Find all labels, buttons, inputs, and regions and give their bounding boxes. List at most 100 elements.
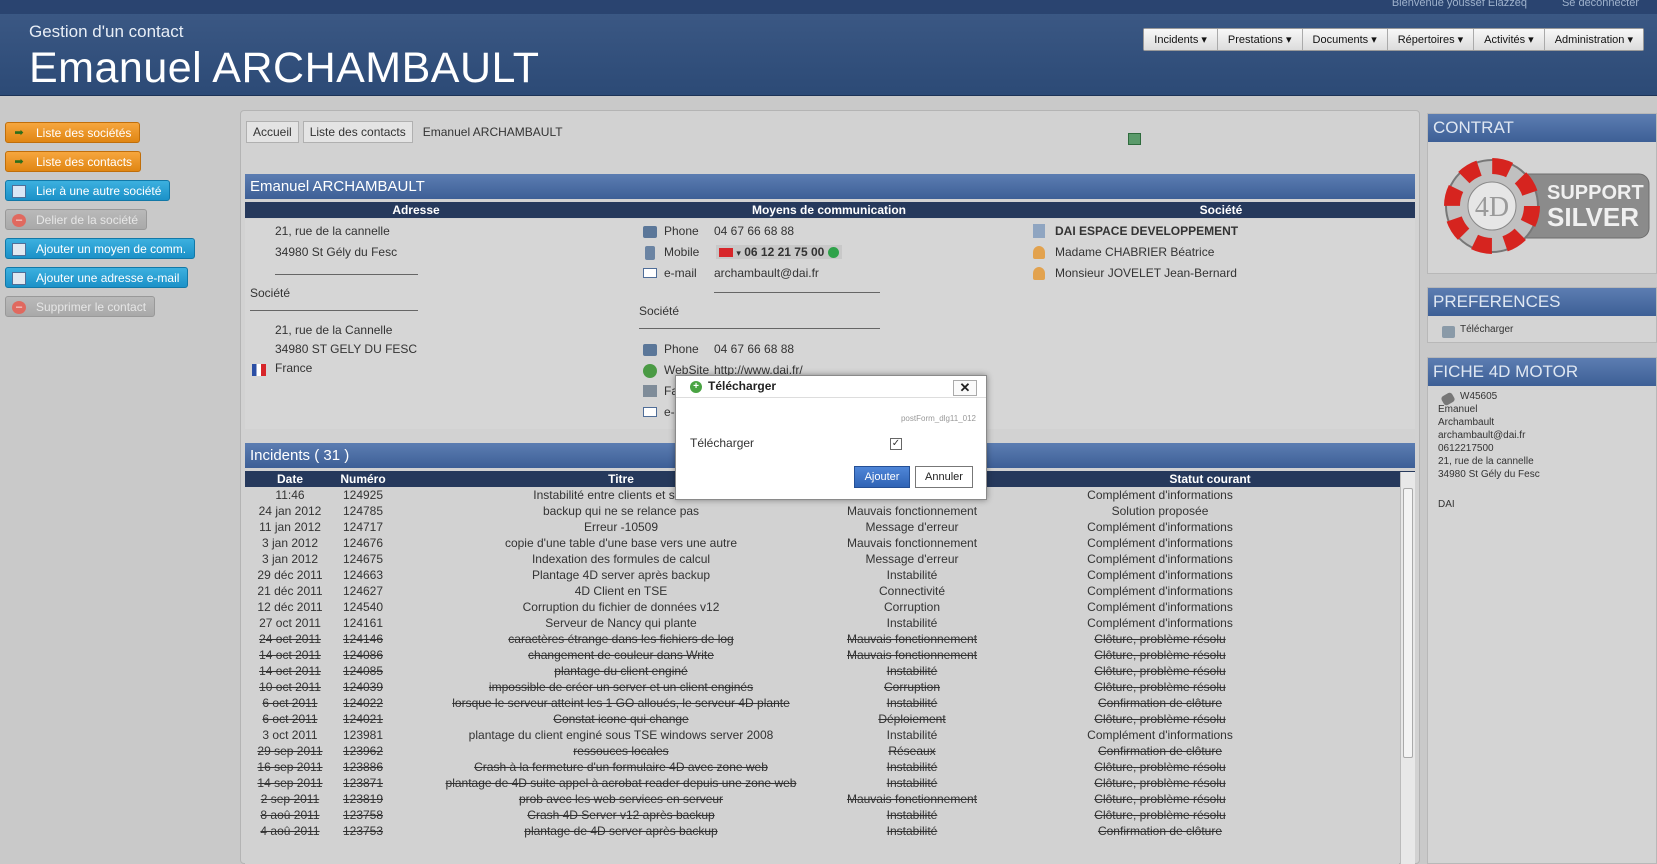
delete-contact-button[interactable]: – Supprimer le contact (5, 296, 156, 317)
cell-date: 4 aoû 2011 (260, 824, 320, 838)
close-button[interactable]: ✕ (953, 380, 977, 396)
country-flag-icon (719, 248, 733, 258)
logout-link[interactable]: Se déconnecter (1562, 0, 1639, 9)
company-name[interactable]: DAI ESPACE DEVELOPPEMENT (1055, 224, 1238, 238)
motor-panel: FICHE 4D MOTOR W45605 Emanuel Archambaul… (1427, 357, 1657, 864)
unlink-company-button[interactable]: – Delier de la société (5, 209, 148, 230)
motor-line-9: DAI (1438, 499, 1455, 510)
column-company: Société (1199, 203, 1243, 217)
menu-repertoires[interactable]: Répertoires ▾ (1387, 29, 1475, 50)
menu-administration[interactable]: Administration ▾ (1544, 29, 1643, 50)
scrollbar-thumb[interactable] (1403, 488, 1413, 758)
arrow-right-icon: ➡ (14, 156, 24, 168)
add-button[interactable]: Ajouter (854, 466, 910, 488)
table-row[interactable]: 29 déc 2011 124663 Plantage 4D server aprè… (245, 567, 1399, 584)
table-row[interactable]: 4 aoû 2011 123753 plantage de 4D server ap… (245, 823, 1399, 840)
call-icon[interactable] (827, 247, 839, 259)
breadcrumb-home[interactable]: Accueil (246, 121, 299, 143)
menu-activites[interactable]: Activités ▾ (1474, 29, 1545, 50)
cell-type: Instabilité (886, 808, 938, 822)
table-row[interactable]: 29 sep 2011 123962 ressouces locales Réseau… (245, 743, 1399, 760)
table-row[interactable]: 11 jan 2012 124717 Erreur -10509 Message d'… (245, 519, 1399, 536)
table-row[interactable]: 3 oct 2011 123981 plantage du client engin… (245, 727, 1399, 744)
cancel-button[interactable]: Annuler (915, 466, 973, 488)
table-row[interactable]: 27 oct 2011 124161 Serveur de Nancy qui pl… (245, 615, 1399, 632)
cell-date: 6 oct 2011 (262, 712, 318, 726)
building-icon (1033, 224, 1045, 238)
table-row[interactable]: 6 oct 2011 124022 lorsque le serveur attei… (245, 695, 1399, 712)
motor-title: FICHE 4D MOTOR (1428, 358, 1656, 386)
mobile-value-field[interactable]: ▾ 06 12 21 75 00 (716, 245, 842, 259)
table-row[interactable]: 12 déc 2011 124540 Corruption du fichier d… (245, 599, 1399, 616)
column-title[interactable]: Titre (608, 472, 634, 486)
cell-number: 124146 (342, 632, 384, 646)
add-comm-button[interactable]: Ajouter un moyen de comm. (5, 238, 196, 259)
cell-date: 12 déc 2011 (257, 600, 323, 614)
cell-date: 2 sep 2011 (260, 792, 320, 806)
add-email-button[interactable]: Ajouter une adresse e-mail (5, 267, 189, 288)
cell-status: Complément d'informations (1087, 552, 1233, 566)
mobile-label: Mobile (664, 245, 700, 259)
breadcrumb: Accueil Liste des contacts Emanuel ARCHA… (246, 121, 569, 143)
table-row[interactable]: 10 oct 2011 124039 impossible de créer un … (245, 679, 1399, 696)
cell-type: Mauvais fonctionnement (846, 632, 978, 646)
cell-type: Instabilité (886, 760, 938, 774)
table-row[interactable]: 3 jan 2012 124676 copie d'une table d'une … (245, 535, 1399, 552)
menu-incidents[interactable]: Incidents ▾ (1144, 29, 1218, 50)
table-row[interactable]: 3 jan 2012 124675 Indexation des formules … (245, 551, 1399, 568)
list-companies-button[interactable]: ➡ Liste des sociétés (5, 122, 141, 143)
preferences-title: PREFERENCES (1428, 288, 1656, 316)
cell-date: 11:46 (275, 488, 305, 502)
fax-icon (643, 385, 657, 397)
motor-line-5: 0612217500 (1438, 443, 1494, 454)
breadcrumb-contacts[interactable]: Liste des contacts (302, 121, 413, 143)
table-row[interactable]: 21 déc 2011 124627 4D Client en TSE Connect… (245, 583, 1399, 600)
cell-number: 123819 (342, 792, 384, 806)
column-status[interactable]: Statut courant (1169, 472, 1250, 486)
cell-title: plantage du client enginé (554, 664, 688, 678)
download-checkbox[interactable]: ✓ (890, 438, 902, 450)
menu-documents[interactable]: Documents ▾ (1302, 29, 1388, 50)
table-row[interactable]: 6 oct 2011 124021 Constat icone qui change… (245, 711, 1399, 728)
incidents-scrollbar[interactable] (1400, 472, 1415, 864)
separator (714, 292, 880, 293)
list-contacts-button[interactable]: ➡ Liste des contacts (5, 151, 142, 172)
table-row[interactable]: 24 jan 2012 124785 backup qui ne se relanc… (245, 503, 1399, 520)
email-value[interactable]: archambault@dai.fr (714, 266, 819, 280)
cell-number: 123753 (342, 824, 384, 838)
table-row[interactable]: 14 oct 2011 124085 plantage du client engi… (245, 663, 1399, 680)
globe-icon (643, 364, 657, 378)
preferences-download-link[interactable]: Télécharger (1460, 324, 1513, 335)
table-row[interactable]: 8 aoû 2011 123758 Crash 4D Server v12 aprè… (245, 807, 1399, 824)
table-row[interactable]: 14 oct 2011 124086 changement de couleur d… (245, 647, 1399, 664)
link-company-button[interactable]: Lier à une autre société (5, 180, 171, 201)
company-contact-2[interactable]: Monsieur JOVELET Jean-Bernard (1055, 266, 1237, 280)
badge-logo-text: 4D (1475, 192, 1509, 223)
cell-number: 124925 (342, 488, 384, 502)
motor-line-3: Archambault (1438, 417, 1495, 428)
cell-status: Clôture, problème résolu (1094, 808, 1226, 822)
column-date[interactable]: Date (277, 472, 303, 486)
column-number[interactable]: Numéro (340, 472, 385, 486)
add-comm-label: Ajouter un moyen de comm. (36, 242, 187, 256)
download-dialog: + Télécharger ✕ postForm_dlg11_012 Téléc… (675, 375, 987, 500)
mobile-value: 06 12 21 75 00 (744, 245, 825, 259)
cell-date: 27 oct 2011 (259, 616, 321, 630)
contact-header: Emanuel ARCHAMBAULT (245, 174, 1415, 199)
cell-number: 124717 (342, 520, 384, 534)
table-row[interactable]: 2 sep 2011 123819 prob avec les web servic… (245, 791, 1399, 808)
export-icon[interactable] (1128, 133, 1141, 145)
cell-status: Clôture, problème résolu (1094, 712, 1226, 726)
table-row[interactable]: 16 sep 2011 123886 Crash à la fermeture d'… (245, 759, 1399, 776)
address-company-label: Société (250, 286, 291, 300)
phone-add-icon (12, 243, 26, 256)
cell-number: 124085 (342, 664, 384, 678)
table-row[interactable]: 14 sep 2011 123871 plantage de 4D suite ap… (245, 775, 1399, 792)
company-contact-1[interactable]: Madame CHABRIER Béatrice (1055, 245, 1214, 259)
menu-prestations[interactable]: Prestations ▾ (1217, 29, 1303, 50)
cell-status: Clôture, problème résolu (1094, 664, 1226, 678)
cell-title: Constat icone qui change (553, 712, 689, 726)
support-silver-badge: 4D SUPPORT SILVER (1444, 158, 1650, 254)
table-row[interactable]: 24 oct 2011 124146 caractères étrange dans… (245, 631, 1399, 648)
column-communication: Moyens de communication (751, 203, 907, 217)
